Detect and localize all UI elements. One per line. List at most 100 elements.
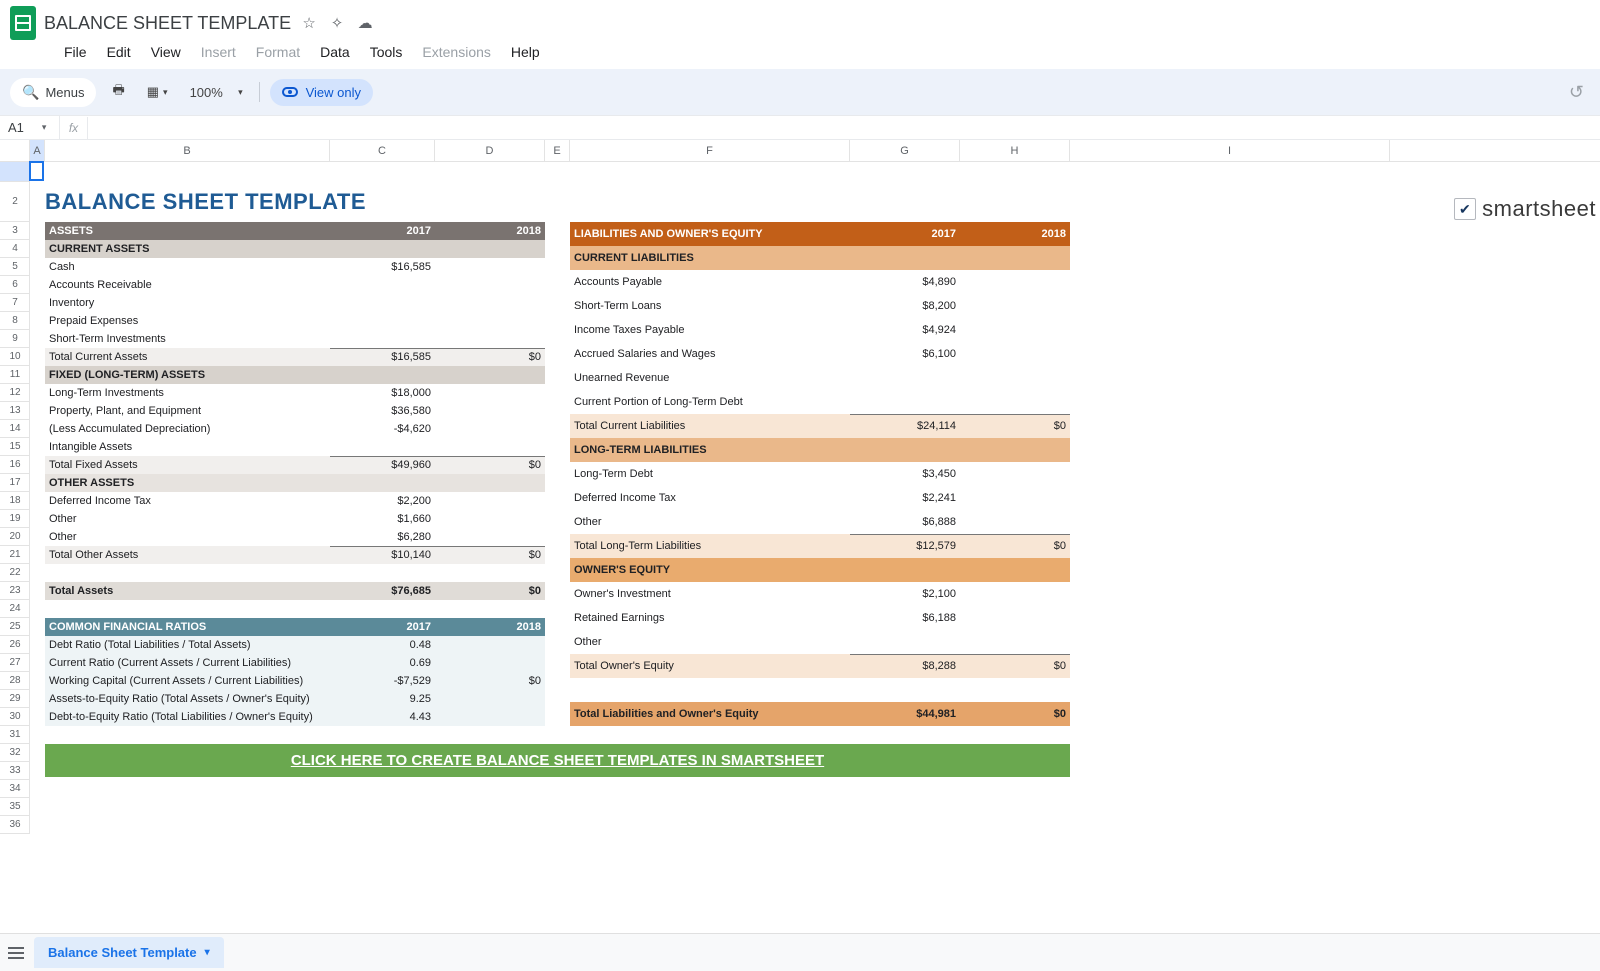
- table-row: Cash$16,585: [45, 258, 545, 276]
- chevron-down-icon: ▾: [42, 122, 47, 133]
- row-header-6[interactable]: 6: [0, 276, 30, 294]
- row-header-8[interactable]: 8: [0, 312, 30, 330]
- row-header-26[interactable]: 26: [0, 636, 30, 654]
- assets-y2: 2018: [435, 222, 545, 240]
- row-header-35[interactable]: 35: [0, 798, 30, 816]
- row-header-4[interactable]: 4: [0, 240, 30, 258]
- history-icon[interactable]: ↺: [1569, 82, 1584, 103]
- view-only-pill[interactable]: View only: [270, 79, 373, 106]
- toolbar-divider: [259, 82, 260, 102]
- row-header-13[interactable]: 13: [0, 402, 30, 420]
- row-header-31[interactable]: 31: [0, 726, 30, 744]
- column-header-H[interactable]: H: [960, 140, 1070, 162]
- row-header-18[interactable]: 18: [0, 492, 30, 510]
- row-header-32[interactable]: 32: [0, 744, 30, 762]
- equity-total-label: Total Owner's Equity: [570, 654, 850, 678]
- row-header-10[interactable]: 10: [0, 348, 30, 366]
- column-header-F[interactable]: F: [570, 140, 850, 162]
- formula-input[interactable]: [88, 124, 1600, 132]
- menu-help[interactable]: Help: [503, 42, 548, 62]
- column-header-C[interactable]: C: [330, 140, 435, 162]
- menu-view[interactable]: View: [143, 42, 189, 62]
- zoom-dropdown[interactable]: 100% ▾: [184, 81, 249, 104]
- row-header-11[interactable]: 11: [0, 366, 30, 384]
- row-header-23[interactable]: 23: [0, 582, 30, 600]
- row-header-27[interactable]: 27: [0, 654, 30, 672]
- document-title[interactable]: BALANCE SHEET TEMPLATE: [44, 13, 291, 34]
- toolbar: 🔍 Menus 🖶 ▦▾ 100% ▾ View only ↺: [0, 69, 1600, 115]
- fixed-assets-header: FIXED (LONG-TERM) ASSETS: [45, 366, 545, 384]
- menu-insert[interactable]: Insert: [193, 42, 244, 62]
- row-header-29[interactable]: 29: [0, 690, 30, 708]
- menu-file[interactable]: File: [56, 42, 95, 62]
- menus-search-chip[interactable]: 🔍 Menus: [10, 78, 96, 107]
- table-row: Owner's Investment$2,100: [570, 582, 1070, 606]
- check-icon: ✔: [1454, 198, 1476, 220]
- row-header-9[interactable]: 9: [0, 330, 30, 348]
- column-header-D[interactable]: D: [435, 140, 545, 162]
- row-header-14[interactable]: 14: [0, 420, 30, 438]
- row-header-25[interactable]: 25: [0, 618, 30, 636]
- select-all-corner[interactable]: [0, 140, 30, 162]
- tab-balance-sheet-template[interactable]: Balance Sheet Template ▾: [34, 937, 224, 968]
- current-assets-header: CURRENT ASSETS: [45, 240, 545, 258]
- cloud-icon[interactable]: ☁: [355, 13, 375, 33]
- menu-data[interactable]: Data: [312, 42, 358, 62]
- table-row: Short-Term Investments: [45, 330, 545, 348]
- smartsheet-label: smartsheet: [1482, 196, 1596, 222]
- zoom-value: 100%: [190, 85, 223, 100]
- assets-header: ASSETS: [45, 222, 330, 240]
- row-header-16[interactable]: 16: [0, 456, 30, 474]
- menu-format[interactable]: Format: [248, 42, 308, 62]
- column-header-E[interactable]: E: [545, 140, 570, 162]
- row-header-12[interactable]: 12: [0, 384, 30, 402]
- table-row: (Less Accumulated Depreciation)-$4,620: [45, 420, 545, 438]
- table-row: Deferred Income Tax$2,200: [45, 492, 545, 510]
- column-header-I[interactable]: I: [1070, 140, 1390, 162]
- row-header-33[interactable]: 33: [0, 762, 30, 780]
- row-header-5[interactable]: 5: [0, 258, 30, 276]
- print-button[interactable]: 🖶: [106, 77, 130, 107]
- column-header-G[interactable]: G: [850, 140, 960, 162]
- cta-link[interactable]: CLICK HERE TO CREATE BALANCE SHEET TEMPL…: [45, 744, 1070, 777]
- menu-extensions[interactable]: Extensions: [414, 42, 498, 62]
- row-header-36[interactable]: 36: [0, 816, 30, 834]
- column-headers: ABCDEFGHI: [30, 140, 1600, 162]
- row-header-21[interactable]: 21: [0, 546, 30, 564]
- sheets-logo-icon[interactable]: [10, 6, 36, 40]
- column-header-B[interactable]: B: [45, 140, 330, 162]
- sheet-title: BALANCE SHEET TEMPLATE: [45, 182, 545, 222]
- sheet-tabs-bar: Balance Sheet Template ▾: [0, 933, 1600, 971]
- row-header-15[interactable]: 15: [0, 438, 30, 456]
- row-header-19[interactable]: 19: [0, 510, 30, 528]
- row-header-17[interactable]: 17: [0, 474, 30, 492]
- row-header-22[interactable]: 22: [0, 564, 30, 582]
- star-icon[interactable]: ☆: [299, 13, 319, 33]
- move-icon[interactable]: ✧: [327, 13, 347, 33]
- row-header-7[interactable]: 7: [0, 294, 30, 312]
- column-header-A[interactable]: A: [30, 140, 45, 162]
- table-row: Debt-to-Equity Ratio (Total Liabilities …: [45, 708, 545, 726]
- table-row: Long-Term Investments$18,000: [45, 384, 545, 402]
- name-box[interactable]: A1 ▾: [0, 116, 60, 139]
- table-row: Deferred Income Tax$2,241: [570, 486, 1070, 510]
- row-header-24[interactable]: 24: [0, 600, 30, 618]
- menu-edit[interactable]: Edit: [99, 42, 139, 62]
- total-assets-label: Total Assets: [45, 582, 330, 600]
- eye-icon: [282, 87, 298, 97]
- filter-views-button[interactable]: ▦▾: [141, 80, 174, 104]
- table-row: Other$1,660: [45, 510, 545, 528]
- table-row: Other$6,888: [570, 510, 1070, 534]
- row-header-1[interactable]: [0, 162, 30, 182]
- row-header-28[interactable]: 28: [0, 672, 30, 690]
- row-header-2[interactable]: 2: [0, 182, 30, 222]
- row-header-34[interactable]: 34: [0, 780, 30, 798]
- menu-tools[interactable]: Tools: [362, 42, 411, 62]
- all-sheets-button[interactable]: [8, 947, 24, 959]
- row-header-3[interactable]: 3: [0, 222, 30, 240]
- sheet-body[interactable]: BALANCE SHEET TEMPLATE ✔ smartsheet ASSE…: [30, 162, 1600, 837]
- row-header-30[interactable]: 30: [0, 708, 30, 726]
- total-liab-equity-label: Total Liabilities and Owner's Equity: [570, 702, 850, 726]
- row-header-20[interactable]: 20: [0, 528, 30, 546]
- filter-icon: ▦: [147, 84, 159, 100]
